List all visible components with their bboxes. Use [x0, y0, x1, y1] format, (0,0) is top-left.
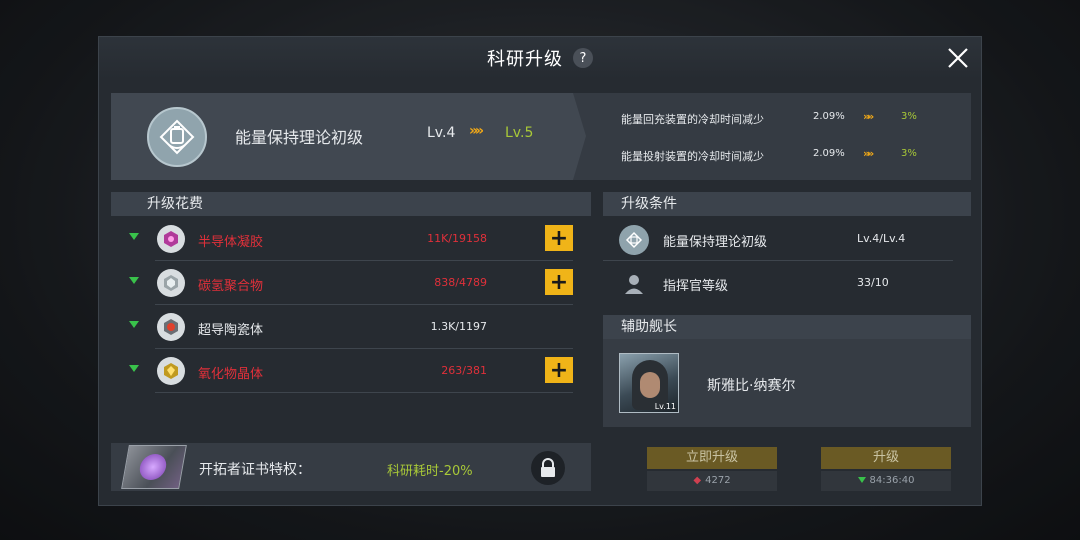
cost-row: 半导体凝胶 11K/19158 +: [111, 217, 573, 261]
effect-name: 能量投射装置的冷却时间减少: [621, 150, 764, 163]
commander-icon: [619, 269, 649, 299]
instant-cost-value: 4272: [705, 475, 731, 486]
resource-amount: 838/4789: [434, 276, 487, 289]
lock-button[interactable]: [531, 451, 565, 485]
cost-row: 氧化物晶体 263/381 +: [111, 349, 573, 393]
cost-header: 升级花费: [111, 192, 591, 216]
dialog-title: 科研升级: [487, 49, 563, 70]
title-bar: 科研升级 ?: [99, 37, 981, 79]
tech-icon: [147, 107, 207, 167]
add-resource-button[interactable]: +: [545, 225, 573, 251]
captain-slot[interactable]: Lv.11 斯雅比·纳赛尔: [603, 339, 971, 427]
divider: [155, 392, 573, 393]
instant-upgrade-button[interactable]: 立即升级: [647, 447, 777, 469]
condition-name: 能量保持理论初级: [663, 235, 768, 250]
polymer-icon: [157, 269, 185, 297]
expand-triangle-icon[interactable]: [129, 365, 139, 372]
effect-row: 能量投射装置的冷却时间减少 2.09% »» 3%: [621, 147, 961, 166]
condition-row: 指挥官等级 33/10: [603, 261, 953, 305]
pioneer-bonus: 科研耗时-20%: [387, 464, 473, 479]
effect-arrow-icon: »»: [863, 110, 874, 123]
pioneer-label: 开拓者证书特权：: [199, 462, 311, 478]
captain-header: 辅助舰长: [603, 315, 971, 339]
resource-name: 超导陶瓷体: [198, 323, 264, 338]
resource-amount: 1.3K/1197: [430, 320, 487, 333]
effect-row: 能量回充装置的冷却时间减少 2.09% »» 3%: [621, 110, 961, 129]
close-button[interactable]: [943, 43, 973, 73]
captain-name: 斯雅比·纳赛尔: [707, 378, 796, 394]
upgrade-time: 84:36:40: [821, 471, 951, 491]
lock-icon: [541, 458, 555, 477]
help-icon[interactable]: ?: [573, 48, 593, 68]
upgrade-time-value: 84:36:40: [869, 475, 915, 486]
expand-triangle-icon[interactable]: [129, 277, 139, 284]
upgrade-button[interactable]: 升级: [821, 447, 951, 469]
conditions-header: 升级条件: [603, 192, 971, 216]
current-level: Lv.4: [427, 125, 456, 141]
effect-current: 2.09%: [813, 148, 845, 159]
effect-next: 3%: [901, 148, 917, 159]
instant-cost: ◆ 4272: [647, 471, 777, 491]
gel-icon: [157, 225, 185, 253]
close-icon: [948, 48, 968, 68]
tech-banner: 能量保持理论初级 Lv.4 »» Lv.5 能量回充装置的冷却时间减少 2.09…: [111, 93, 971, 180]
condition-row: 能量保持理论初级 Lv.4/Lv.4: [603, 217, 953, 261]
effect-next: 3%: [901, 111, 917, 122]
condition-name: 指挥官等级: [663, 279, 729, 294]
next-level: Lv.5: [505, 125, 534, 141]
expand-triangle-icon[interactable]: [129, 233, 139, 240]
condition-value: Lv.4/Lv.4: [857, 232, 906, 245]
time-reduced-icon: [857, 477, 866, 483]
effect-current: 2.09%: [813, 111, 845, 122]
pioneer-privilege-bar: 开拓者证书特权： 科研耗时-20%: [111, 443, 591, 491]
tech-summary: 能量保持理论初级 Lv.4 »» Lv.5: [111, 93, 586, 180]
add-resource-button[interactable]: +: [545, 357, 573, 383]
resource-name: 半导体凝胶: [198, 235, 264, 250]
research-upgrade-dialog: 科研升级 ? 能量保持理论初级 Lv.4 »» Lv.5 能量回充装置的冷却时间…: [98, 36, 982, 506]
tech-name: 能量保持理论初级: [235, 128, 364, 147]
cost-row: 碳氢聚合物 838/4789 +: [111, 261, 573, 305]
resource-name: 碳氢聚合物: [198, 279, 264, 294]
effect-arrow-icon: »»: [863, 147, 874, 160]
expand-triangle-icon[interactable]: [129, 321, 139, 328]
pioneer-card-image: [121, 445, 187, 489]
resource-amount: 11K/19158: [427, 232, 487, 245]
resource-name: 氧化物晶体: [198, 367, 264, 382]
add-resource-button[interactable]: +: [545, 269, 573, 295]
cost-row: 超导陶瓷体 1.3K/1197: [111, 305, 573, 349]
energy-flask-icon: [159, 119, 195, 155]
crystal-icon: [157, 357, 185, 385]
captain-portrait[interactable]: Lv.11: [619, 353, 679, 413]
ceramic-icon: [157, 313, 185, 341]
captain-level-tag: Lv.11: [654, 402, 676, 411]
effect-name: 能量回充装置的冷却时间减少: [621, 113, 764, 126]
condition-value: 33/10: [857, 276, 889, 289]
level-arrow-icon: »»: [469, 123, 484, 139]
crystal-currency-icon: ◆: [693, 475, 702, 486]
resource-amount: 263/381: [441, 364, 487, 377]
tech-icon: [619, 225, 649, 255]
